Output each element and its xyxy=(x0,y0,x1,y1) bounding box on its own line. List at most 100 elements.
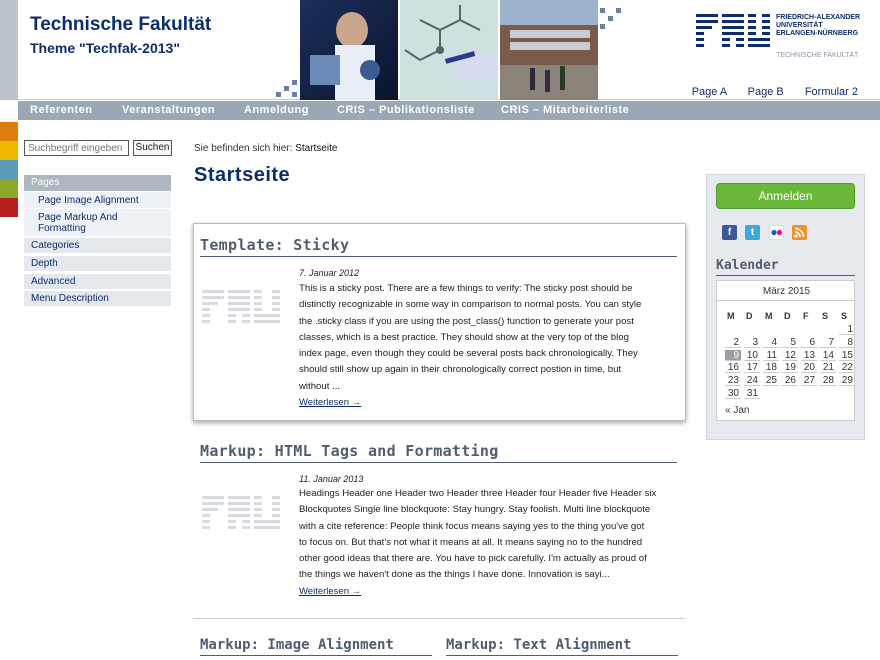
post-excerpt: Headings Header one Header two Header th… xyxy=(299,486,682,584)
calendar-day: 15 xyxy=(839,350,855,361)
logo-line: ERLANGEN-NÜRNBERG xyxy=(776,30,859,37)
calendar-day: 8 xyxy=(839,337,855,348)
calendar-day: 31 xyxy=(744,388,760,399)
post-thumbnail xyxy=(202,496,282,534)
search-input[interactable] xyxy=(24,140,129,156)
calendar-weekday: D xyxy=(784,311,791,321)
excerpt-line: the things we haven't done as the things… xyxy=(299,569,610,581)
breadcrumb: Sie befinden sich hier: Startseite xyxy=(194,143,337,154)
calendar-day: 24 xyxy=(744,375,760,387)
sidebar-item-page-image-alignment[interactable]: Page Image Alignment xyxy=(24,192,171,208)
calendar-day: 5 xyxy=(782,337,798,348)
calendar-weekday: F xyxy=(803,311,809,321)
breadcrumb-current: Startseite xyxy=(295,143,338,154)
pixel-deco xyxy=(292,80,297,85)
excerpt-line: with a cite reference: People think focu… xyxy=(299,520,645,532)
meta-link-formular-2[interactable]: Formular 2 xyxy=(805,86,858,98)
excerpt-line: to focus on. But that's not what it mean… xyxy=(299,536,643,548)
flickr-icon[interactable] xyxy=(769,225,784,240)
calendar-day: 23 xyxy=(725,375,741,387)
calendar-day: 20 xyxy=(801,362,817,374)
calendar-day: 19 xyxy=(782,362,798,374)
logo-faculty: TECHNISCHE FAKULTÄT xyxy=(776,52,859,59)
calendar-day: 11 xyxy=(763,350,779,361)
rss-icon[interactable] xyxy=(792,225,807,240)
calendar-day: 3 xyxy=(744,337,760,348)
nav-item-cris-publikationsliste[interactable]: CRIS – Publikationsliste xyxy=(337,104,475,116)
site-title[interactable]: Technische Fakultät xyxy=(30,14,211,36)
calendar-day: 27 xyxy=(801,375,817,387)
pixel-deco xyxy=(600,8,605,13)
excerpt-line: classes, which is a best practice. They … xyxy=(299,331,629,343)
strip-orange xyxy=(0,122,18,141)
meta-link-page-a[interactable]: Page A xyxy=(692,86,727,98)
meta-links: Page A Page B Formular 2 xyxy=(674,86,858,98)
calendar-day: 7 xyxy=(820,337,836,348)
header-photo-campus xyxy=(500,0,598,100)
post-divider xyxy=(193,618,685,619)
facebook-icon[interactable]: f xyxy=(722,225,737,240)
sidebar-item-pages[interactable]: Pages xyxy=(24,175,171,191)
lab-photo-image xyxy=(300,0,398,100)
rss-glyph xyxy=(794,227,805,238)
calendar-weekday: S xyxy=(841,311,848,321)
calendar-prev-month-link[interactable]: « Jan xyxy=(725,405,749,416)
post-title-text-alignment[interactable]: Markup: Text Alignment xyxy=(446,637,678,656)
calendar-day: 6 xyxy=(801,337,817,348)
strip-grey-block xyxy=(0,0,18,100)
site-subtitle: Theme "Techfak-2013" xyxy=(30,40,180,56)
search-button[interactable]: Suchen xyxy=(133,140,172,156)
excerpt-line: index page, even though they could be se… xyxy=(299,348,638,360)
post-date: 11. Januar 2013 xyxy=(299,474,364,484)
post-thumbnail xyxy=(202,290,282,328)
calendar-day: 10 xyxy=(744,350,760,361)
calendar-caption: März 2015 xyxy=(762,286,811,297)
left-color-strip xyxy=(0,0,18,660)
logo-text: FRIEDRICH-ALEXANDER UNIVERSITÄT ERLANGEN… xyxy=(776,14,860,38)
calendar-day: 1 xyxy=(839,324,855,335)
excerpt-line: This is a sticky post. There are a few t… xyxy=(299,283,633,294)
strip-blue xyxy=(0,160,18,179)
calendar-caption-rule xyxy=(717,300,856,301)
excerpt-line: distinctly recognizable in some way in c… xyxy=(299,299,642,311)
nav-item-cris-mitarbeiterliste[interactable]: CRIS – Mitarbeiterliste xyxy=(501,104,629,116)
page-title: Startseite xyxy=(194,164,291,186)
read-more-link[interactable]: Weiterlesen → xyxy=(299,397,361,408)
meta-link-page-b[interactable]: Page B xyxy=(748,86,784,98)
calendar-day-today: 9 xyxy=(725,349,741,361)
sidebar-item-categories[interactable]: Categories xyxy=(24,238,171,253)
calendar-widget: März 2015 MDMDFSS 1 2 3 4 5 6 7 8 9 10 11 12 13 14 15 1… xyxy=(716,280,856,421)
pixel-deco xyxy=(608,16,613,21)
calendar-day: 21 xyxy=(820,362,836,374)
sidebar-item-menu-description[interactable]: Menu Description xyxy=(24,291,171,306)
login-button[interactable]: Anmelden xyxy=(716,183,855,209)
fau-placeholder-icon xyxy=(202,496,280,529)
post-title-image-alignment[interactable]: Markup: Image Alignment xyxy=(200,637,432,656)
breadcrumb-prefix: Sie befinden sich hier: xyxy=(194,143,293,154)
page: Technische Fakultät Theme "Techfak-2013" xyxy=(0,0,880,660)
nav-item-referenten[interactable]: Referenten xyxy=(30,104,92,116)
sidebar-item-depth[interactable]: Depth xyxy=(24,256,171,271)
calendar-day: 26 xyxy=(782,375,798,387)
sidebar-item-advanced[interactable]: Advanced xyxy=(24,274,171,289)
flickr-dots xyxy=(771,229,783,236)
calendar-title: Kalender xyxy=(716,258,855,276)
nav-item-veranstaltungen[interactable]: Veranstaltungen xyxy=(122,104,215,116)
calendar-weekday: M xyxy=(765,311,773,321)
post-date: 7. Januar 2012 xyxy=(299,268,360,278)
read-more-link[interactable]: Weiterlesen → xyxy=(299,586,361,597)
twitter-icon[interactable]: t xyxy=(745,225,760,240)
calendar-day: 12 xyxy=(782,350,798,361)
post-title-html-tags[interactable]: Markup: HTML Tags and Formatting xyxy=(200,442,677,463)
excerpt-line: Headings Header one Header two Header th… xyxy=(299,488,657,499)
calendar-day: 2 xyxy=(725,337,741,348)
post-title-sticky[interactable]: Template: Sticky xyxy=(200,236,677,257)
sidebar-item-page-markup-formatting[interactable]: Page Markup And Formatting xyxy=(24,209,171,236)
header-photo-molecule xyxy=(400,0,498,100)
calendar-day: 30 xyxy=(725,388,741,399)
strip-green xyxy=(0,179,18,198)
pixel-deco xyxy=(276,92,281,97)
calendar-day: 29 xyxy=(839,375,855,387)
logo-line: UNIVERSITÄT xyxy=(776,22,823,29)
nav-item-anmeldung[interactable]: Anmeldung xyxy=(244,104,309,116)
